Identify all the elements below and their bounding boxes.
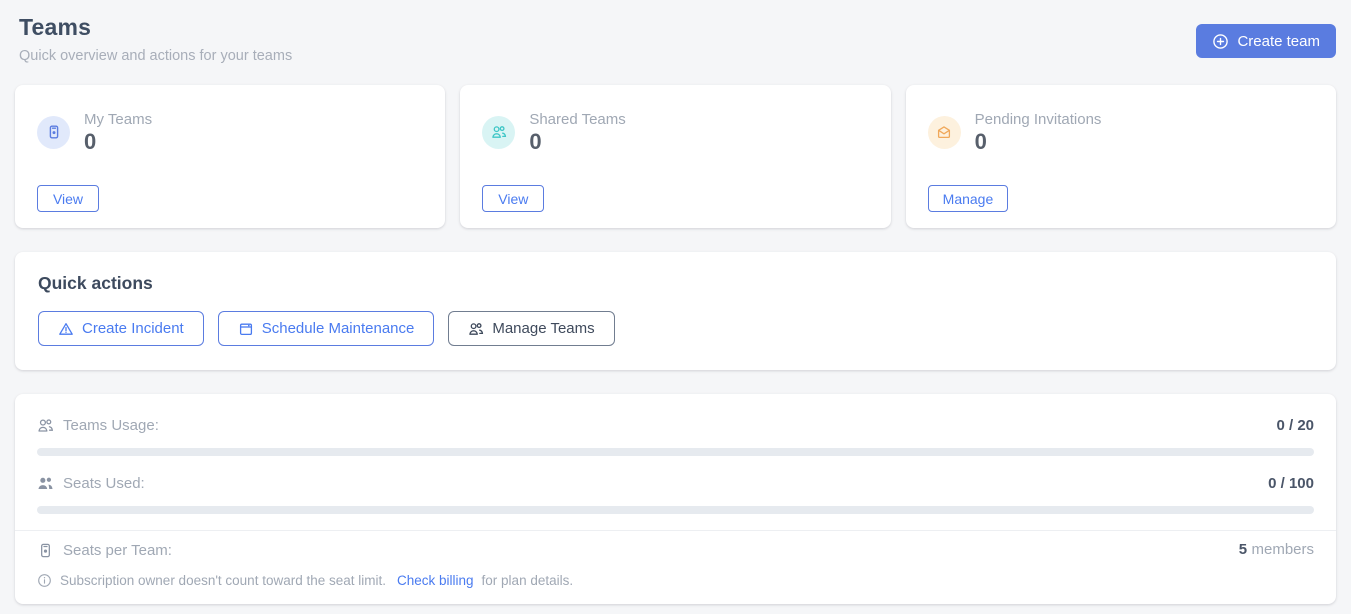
- stat-card-label: Pending Invitations: [975, 111, 1102, 128]
- info-circle-icon: [37, 573, 52, 588]
- manage-teams-button[interactable]: Manage Teams: [448, 311, 614, 346]
- seats-per-team-label: Seats per Team:: [63, 542, 172, 559]
- stat-card-value: 0: [529, 131, 625, 153]
- plus-circle-icon: [1212, 33, 1229, 50]
- calendar-icon: [238, 321, 254, 337]
- stat-card-shared-teams: Shared Teams 0 View: [460, 85, 890, 228]
- teams-usage-label: Teams Usage:: [63, 417, 159, 434]
- stat-card-label: My Teams: [84, 111, 152, 128]
- page-title: Teams: [19, 14, 292, 41]
- view-my-teams-button[interactable]: View: [37, 185, 99, 212]
- id-badge-icon: [37, 542, 54, 559]
- view-shared-teams-button[interactable]: View: [482, 185, 544, 212]
- stat-card-my-teams: My Teams 0 View: [15, 85, 445, 228]
- manage-teams-label: Manage Teams: [492, 320, 594, 337]
- usage-panel: Teams Usage: 0 / 20 Seats Used: 0 / 100: [15, 394, 1336, 604]
- teams-usage-progress-bar: [37, 448, 1314, 456]
- page-subtitle: Quick overview and actions for your team…: [19, 48, 292, 64]
- teams-page: Teams Quick overview and actions for you…: [0, 0, 1351, 614]
- quick-actions-buttons: Create Incident Schedule Maintenance: [38, 311, 1313, 346]
- create-team-button[interactable]: Create team: [1196, 24, 1336, 58]
- create-incident-button[interactable]: Create Incident: [38, 311, 204, 346]
- seats-used-progress-bar: [37, 506, 1314, 514]
- schedule-maintenance-label: Schedule Maintenance: [262, 320, 415, 337]
- mail-open-icon: [928, 116, 961, 149]
- seats-per-team-row: Seats per Team: 5 members: [37, 539, 1314, 561]
- users-outline-icon: [37, 417, 54, 434]
- stat-card-label: Shared Teams: [529, 111, 625, 128]
- stat-card-value: 0: [975, 131, 1102, 153]
- users-filled-icon: [37, 475, 54, 492]
- stat-card-value: 0: [84, 131, 152, 153]
- page-header-text: Teams Quick overview and actions for you…: [15, 12, 296, 64]
- note-text-after: for plan details.: [482, 573, 574, 588]
- stat-cards-row: My Teams 0 View Shared Teams: [15, 85, 1336, 228]
- seats-used-row: Seats Used: 0 / 100: [37, 472, 1314, 494]
- page-header: Teams Quick overview and actions for you…: [15, 12, 1336, 64]
- create-team-label: Create team: [1237, 33, 1320, 50]
- stat-card-pending-invitations: Pending Invitations 0 Manage: [906, 85, 1336, 228]
- seats-used-value: 0 / 100: [1268, 475, 1314, 492]
- schedule-maintenance-button[interactable]: Schedule Maintenance: [218, 311, 435, 346]
- warning-triangle-icon: [58, 321, 74, 337]
- id-badge-icon: [37, 116, 70, 149]
- quick-actions-heading: Quick actions: [38, 273, 1313, 294]
- seats-per-team-suffix: members: [1251, 541, 1314, 558]
- seats-per-team-number: 5: [1239, 541, 1247, 558]
- users-icon: [482, 116, 515, 149]
- usage-divider: [15, 530, 1336, 531]
- manage-invitations-button[interactable]: Manage: [928, 185, 1009, 212]
- quick-actions-panel: Quick actions Create Incident: [15, 252, 1336, 370]
- seats-per-team-value: 5 members: [1239, 541, 1314, 559]
- create-incident-label: Create Incident: [82, 320, 184, 337]
- teams-usage-row: Teams Usage: 0 / 20: [37, 414, 1314, 436]
- check-billing-link[interactable]: Check billing: [397, 573, 474, 588]
- note-text-before: Subscription owner doesn't count toward …: [60, 573, 386, 588]
- teams-usage-value: 0 / 20: [1276, 417, 1314, 434]
- seat-limit-note: Subscription owner doesn't count toward …: [37, 573, 1314, 588]
- users-icon: [468, 321, 484, 337]
- seats-used-label: Seats Used:: [63, 475, 145, 492]
